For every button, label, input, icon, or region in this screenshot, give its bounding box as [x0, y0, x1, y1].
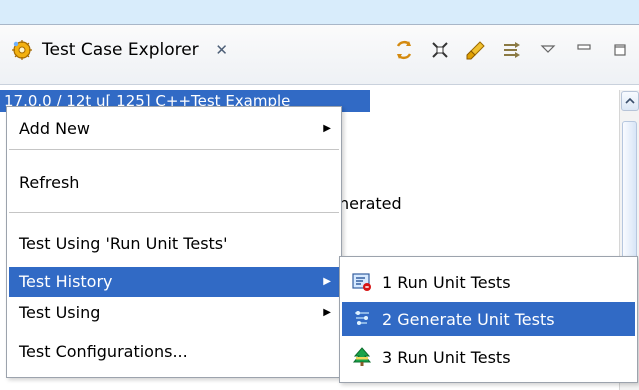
menu-item-label: Test Configurations...	[19, 342, 188, 361]
submenu-item-label: 1 Run Unit Tests	[382, 272, 511, 292]
filter-icon[interactable]	[499, 37, 525, 63]
menu-separator	[9, 149, 339, 150]
collapse-icon[interactable]	[427, 37, 453, 63]
minimize-icon[interactable]	[571, 37, 597, 63]
menu-item-add-new[interactable]: Add New ▶	[9, 114, 339, 144]
sync-icon[interactable]	[391, 37, 417, 63]
run-unit-tests-icon	[350, 270, 374, 294]
menu-item-label: Test Using	[19, 303, 101, 322]
view-toolbar	[391, 35, 633, 65]
maximize-icon[interactable]	[607, 37, 633, 63]
view-tab-bar: Test Case Explorer ✕	[0, 25, 639, 85]
submenu-item-3-run-unit-tests[interactable]: 3 Run Unit Tests	[342, 340, 635, 374]
generate-tests-icon	[350, 307, 374, 331]
close-icon[interactable]: ✕	[213, 41, 231, 59]
submenu-arrow-icon: ▶	[323, 123, 331, 134]
view-tab[interactable]: Test Case Explorer ✕	[10, 35, 280, 65]
menu-item-label: Test Using 'Run Unit Tests'	[19, 234, 228, 253]
menu-item-refresh[interactable]: Refresh	[9, 168, 339, 198]
menu-item-label: Test History	[19, 272, 113, 291]
submenu-item-2-generate-unit-tests[interactable]: 2 Generate Unit Tests	[342, 302, 635, 336]
test-history-submenu: 1 Run Unit Tests 2 Generate Unit Tests 3…	[339, 256, 638, 383]
menu-item-test-using-run-unit-tests[interactable]: Test Using 'Run Unit Tests'	[9, 229, 339, 259]
tree-tests-icon	[350, 345, 374, 369]
submenu-item-label: 3 Run Unit Tests	[382, 347, 511, 367]
submenu-item-label: 2 Generate Unit Tests	[382, 309, 555, 329]
view-tab-title: Test Case Explorer	[42, 40, 199, 60]
menu-item-test-using[interactable]: Test Using ▶	[9, 298, 339, 328]
submenu-arrow-icon: ▶	[323, 307, 331, 318]
menu-item-label: Refresh	[19, 173, 80, 192]
brush-icon[interactable]	[463, 37, 489, 63]
menu-item-label: Add New	[19, 119, 90, 138]
view-menu-icon[interactable]	[535, 37, 561, 63]
submenu-arrow-icon: ▶	[323, 276, 331, 287]
tree-row-partial[interactable]: nerated	[339, 194, 402, 213]
menu-separator	[9, 212, 339, 213]
menu-item-test-configurations[interactable]: Test Configurations...	[9, 337, 339, 367]
menu-item-test-history[interactable]: Test History ▶	[9, 267, 339, 297]
submenu-item-1-run-unit-tests[interactable]: 1 Run Unit Tests	[342, 265, 635, 299]
scroll-up-button[interactable]	[620, 91, 639, 111]
context-menu: Add New ▶ Refresh Test Using 'Run Unit T…	[6, 106, 342, 378]
test-case-explorer-icon	[10, 38, 34, 62]
